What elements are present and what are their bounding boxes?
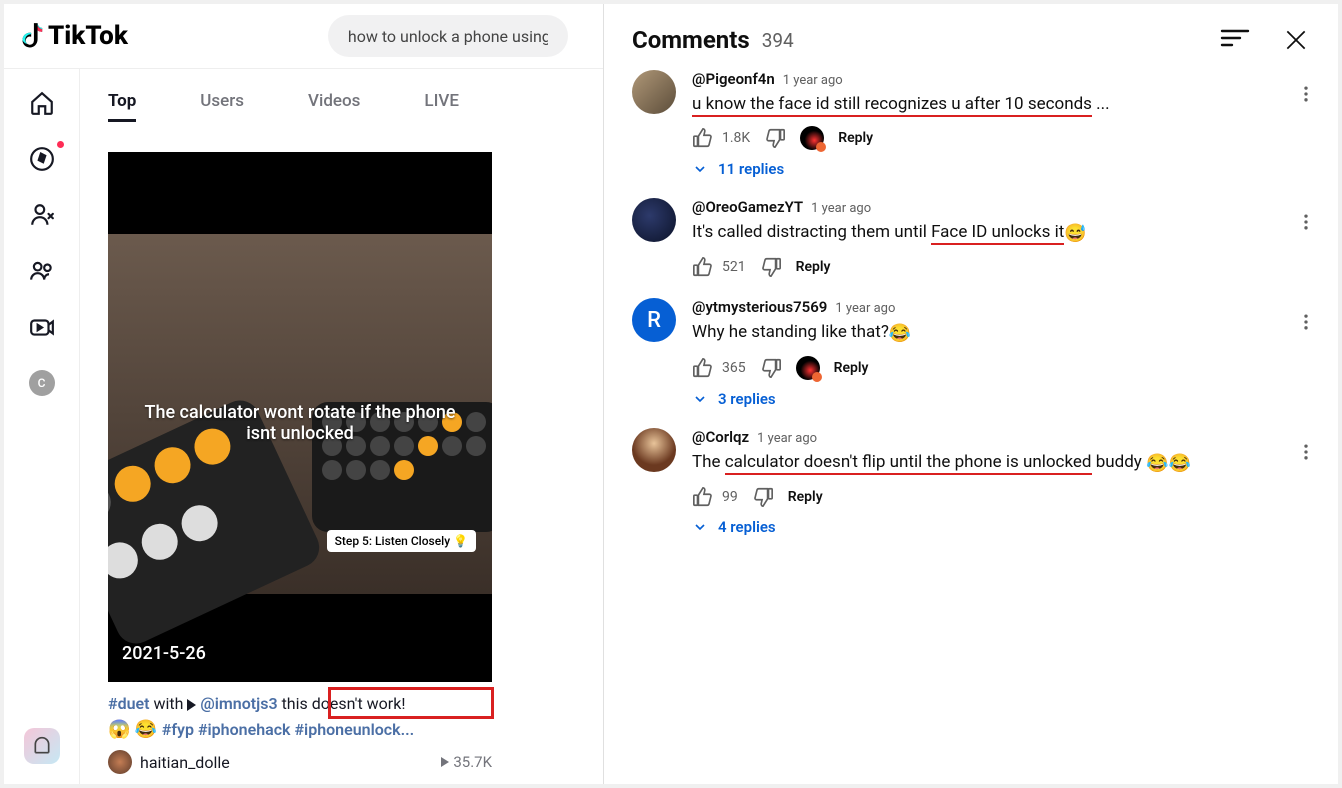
comment-avatar[interactable] [632, 428, 676, 472]
comment-item: @Corlqz 1 year ago The calculator doesn't … [632, 428, 1326, 536]
comment-item: @OreoGamezYT 1 year ago It's called distra… [632, 198, 1326, 278]
notification-dot [57, 141, 64, 148]
like-count: 1.8K [722, 130, 750, 146]
hashtag-link[interactable]: #fyp [162, 720, 194, 739]
nav-effects-icon[interactable] [24, 728, 60, 764]
creator-heart-icon [800, 126, 824, 150]
tab-top[interactable]: Top [108, 91, 136, 122]
comment-time: 1 year ago [757, 431, 817, 446]
video-result-card[interactable]: The calculator wont rotate if the phone … [108, 152, 583, 774]
close-button[interactable] [1282, 26, 1310, 54]
comment-item: @Pigeonf4n 1 year ago u know the face id s… [632, 70, 1326, 178]
dislike-button[interactable] [760, 357, 782, 379]
hashtag-link[interactable]: #iphoneunlock... [294, 720, 414, 739]
video-caption-line2: 😱 😂 #fyp #iphonehack #iphoneunlock... [108, 718, 492, 742]
reply-button[interactable]: Reply [838, 130, 873, 146]
reply-button[interactable]: Reply [796, 259, 831, 275]
comment-time: 1 year ago [835, 301, 895, 316]
comment-avatar[interactable] [632, 198, 676, 242]
replies-toggle[interactable]: 11 replies [692, 160, 1326, 178]
logo-icon [22, 23, 44, 49]
comment-menu-button[interactable] [1296, 84, 1316, 108]
tab-live[interactable]: LIVE [424, 91, 459, 122]
comment-text: It's called distracting them until Face … [692, 222, 1087, 242]
comment-author[interactable]: @Pigeonf4n [692, 70, 775, 88]
nav-profile-avatar[interactable]: C [26, 367, 58, 399]
dislike-button[interactable] [752, 486, 774, 508]
hashtag-link[interactable]: #iphonehack [198, 720, 291, 739]
like-count: 365 [722, 360, 746, 376]
comments-title: Comments [632, 26, 750, 54]
comment-author[interactable]: @Corlqz [692, 428, 749, 446]
replies-toggle[interactable]: 3 replies [692, 390, 1326, 408]
sort-button[interactable] [1220, 27, 1250, 53]
comment-text: The calculator doesn't flip until the ph… [692, 452, 1191, 472]
video-caption: #duet with @imnotjs3 this doesn't work! [108, 692, 492, 716]
comment-item: R @ytmysterious7569 1 year ago Why he stand… [632, 298, 1326, 408]
video-thumbnail[interactable]: The calculator wont rotate if the phone … [108, 152, 492, 682]
tab-users[interactable]: Users [200, 91, 244, 122]
nav-home-icon[interactable] [26, 87, 58, 119]
dislike-button[interactable] [764, 127, 786, 149]
comment-menu-button[interactable] [1296, 442, 1316, 466]
nav-following-icon[interactable] [26, 199, 58, 231]
view-count: 35.7K [441, 753, 492, 771]
comment-time: 1 year ago [811, 201, 871, 216]
author-name[interactable]: haitian_dolle [140, 753, 230, 772]
video-step-badge: Step 5: Listen Closely 💡 [327, 530, 476, 552]
search-tabs: Top Users Videos LIVE [108, 83, 583, 134]
comments-count: 394 [762, 29, 794, 52]
video-date: 2021-5-26 [122, 643, 206, 664]
like-button[interactable]: 521 [692, 256, 746, 278]
tiktok-logo[interactable]: TikTok [22, 21, 128, 51]
nav-friends-icon[interactable] [26, 255, 58, 287]
like-count: 521 [722, 259, 746, 275]
author-avatar[interactable] [108, 750, 132, 774]
like-button[interactable]: 1.8K [692, 127, 750, 149]
comment-text: u know the face id still recognizes u af… [692, 94, 1110, 117]
mention-link[interactable]: @imnotjs3 [196, 694, 281, 713]
reply-button[interactable]: Reply [788, 489, 823, 505]
comment-author[interactable]: @ytmysterious7569 [692, 298, 827, 316]
comment-author[interactable]: @OreoGamezYT [692, 198, 803, 216]
tab-videos[interactable]: Videos [308, 91, 360, 122]
replies-toggle[interactable]: 4 replies [692, 518, 1326, 536]
nav-explore-icon[interactable] [26, 143, 58, 175]
comments-list[interactable]: @Pigeonf4n 1 year ago u know the face id s… [604, 70, 1338, 784]
like-button[interactable]: 99 [692, 486, 738, 508]
comment-text: Why he standing like that?😂 [692, 322, 911, 342]
like-button[interactable]: 365 [692, 357, 746, 379]
like-count: 99 [722, 489, 738, 505]
comment-avatar[interactable]: R [632, 298, 676, 342]
video-overlay-text: The calculator wont rotate if the phone … [108, 402, 492, 444]
play-count-icon [441, 757, 449, 767]
comment-avatar[interactable] [632, 70, 676, 114]
nav-live-icon[interactable] [26, 311, 58, 343]
creator-heart-icon [796, 356, 820, 380]
reply-button[interactable]: Reply [834, 360, 869, 376]
comment-time: 1 year ago [783, 73, 843, 88]
comment-menu-button[interactable] [1296, 312, 1316, 336]
hashtag-link[interactable]: #duet [108, 694, 149, 713]
dislike-button[interactable] [760, 256, 782, 278]
search-input[interactable] [328, 15, 568, 57]
comment-menu-button[interactable] [1296, 212, 1316, 236]
logo-text: TikTok [48, 21, 128, 51]
